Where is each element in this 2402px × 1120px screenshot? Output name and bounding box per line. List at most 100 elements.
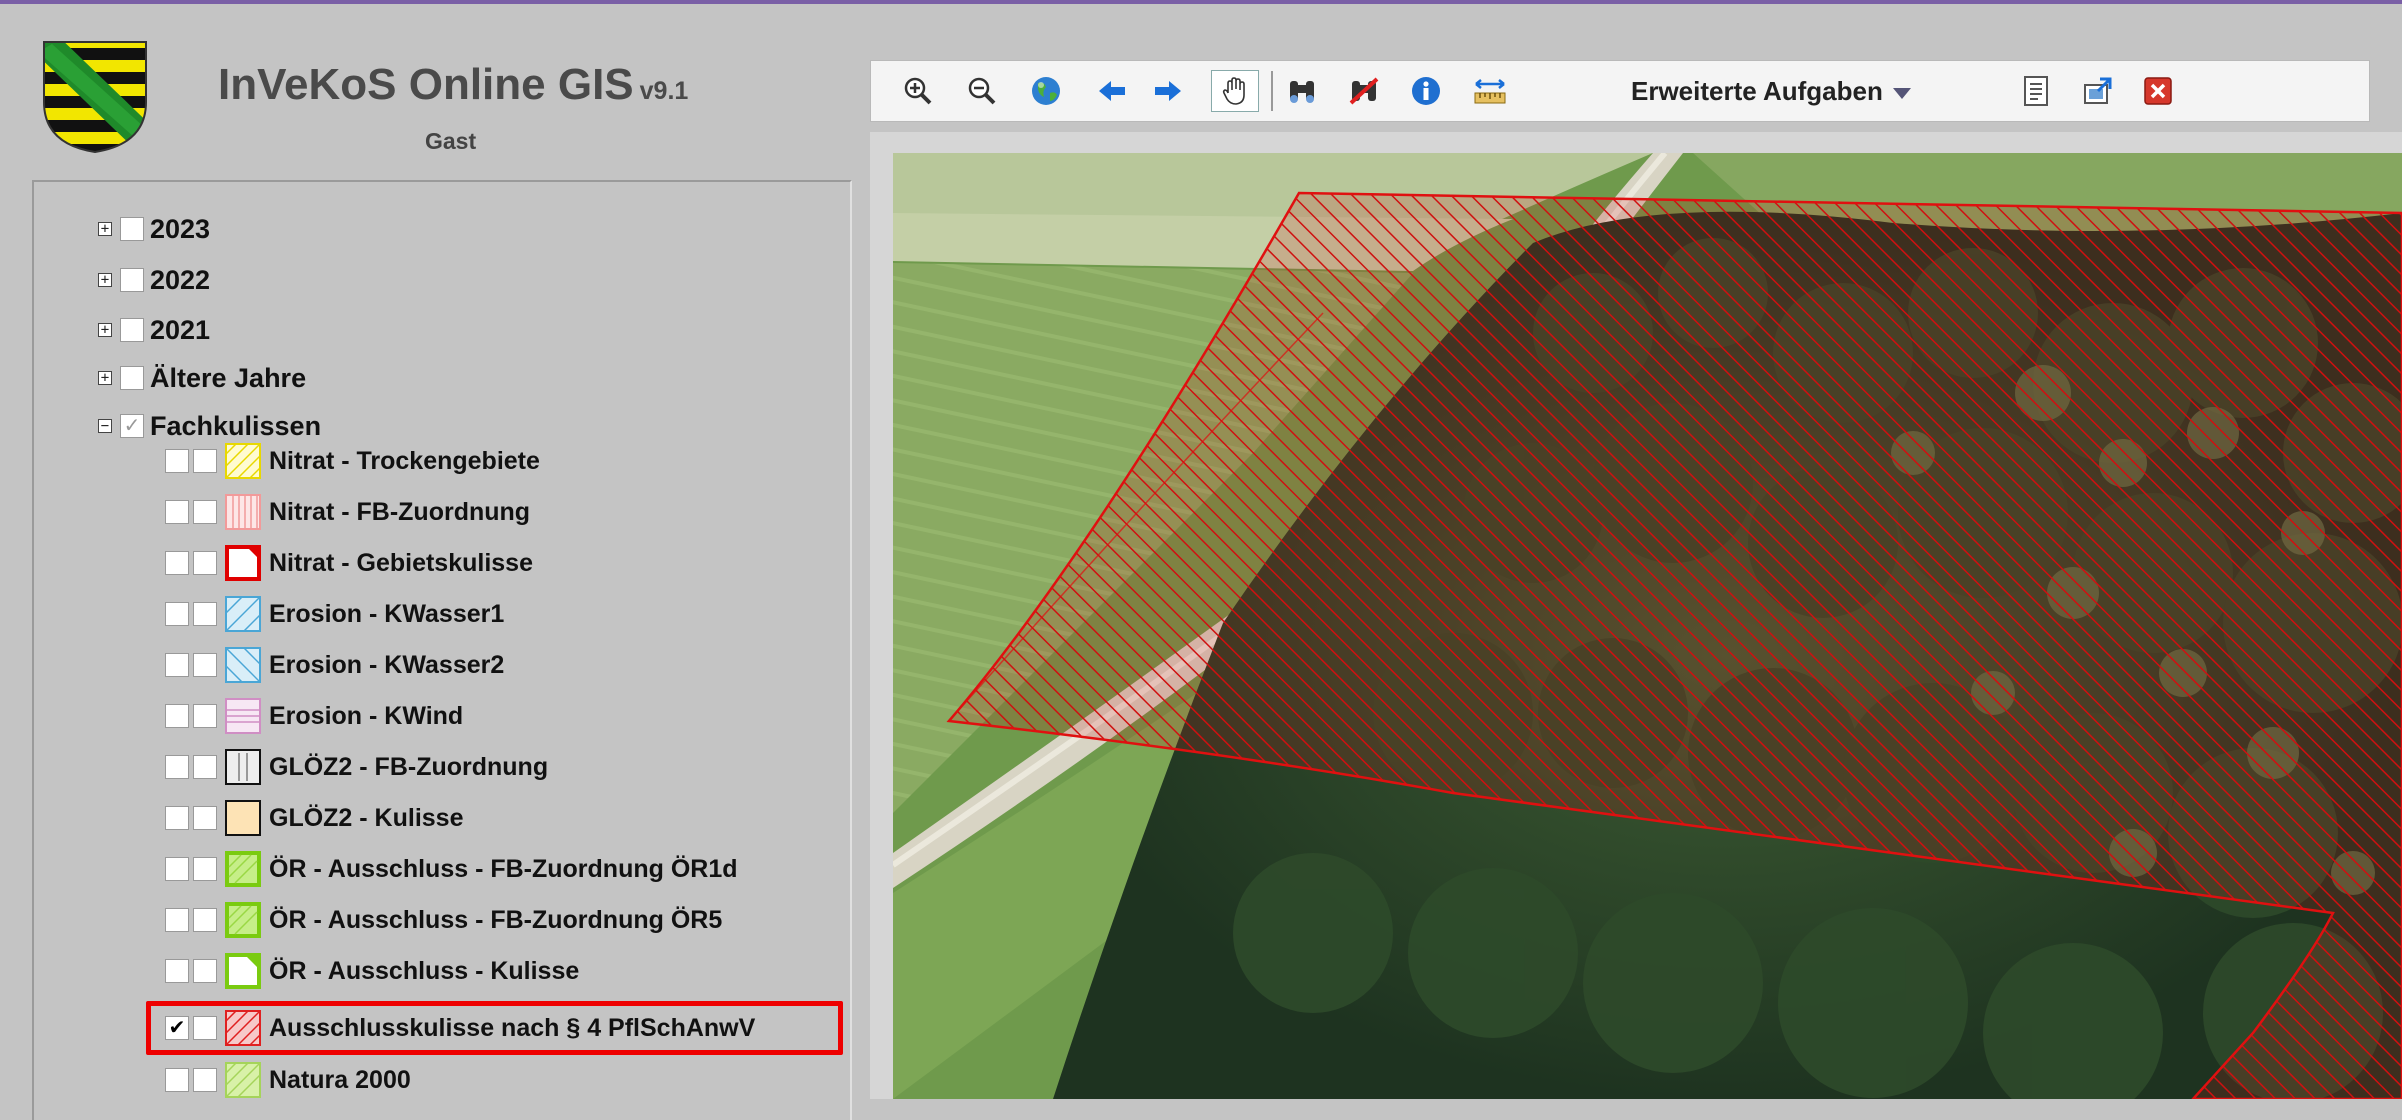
checkbox[interactable] [165, 755, 189, 779]
next-extent-button[interactable] [1149, 72, 1187, 110]
layer-oer-ausschluss-kulisse: ÖR - Ausschluss - Kulisse [165, 951, 579, 991]
zoom-in-button[interactable] [899, 72, 937, 110]
export-button[interactable] [2079, 72, 2117, 110]
layer-label[interactable]: Erosion - KWasser2 [269, 651, 504, 680]
checkbox[interactable] [193, 857, 217, 881]
legend-green-outline-icon [225, 953, 261, 989]
checkbox[interactable] [193, 908, 217, 932]
aerial-imagery [893, 153, 2402, 1099]
checkbox[interactable] [165, 704, 189, 728]
pan-button[interactable] [1211, 70, 1259, 112]
layer-label[interactable]: GLÖZ2 - Kulisse [269, 804, 463, 833]
measure-button[interactable] [1471, 72, 1509, 110]
checkbox[interactable] [193, 500, 217, 524]
expand-icon[interactable]: + [98, 323, 112, 337]
checkbox[interactable] [120, 268, 144, 292]
caret-down-icon [1892, 87, 1911, 99]
legend-purple-horizontal-lines-icon [225, 698, 261, 734]
checkbox[interactable] [120, 217, 144, 241]
checkbox[interactable] [193, 653, 217, 677]
expand-icon[interactable]: + [98, 273, 112, 287]
report-button[interactable] [2017, 72, 2055, 110]
layer-erosion-kwasser2: Erosion - KWasser2 [165, 645, 504, 685]
checkbox[interactable] [165, 908, 189, 932]
legend-yellow-hatch-icon [225, 443, 261, 479]
layer-oer-ausschluss-oer5: ÖR - Ausschluss - FB-Zuordnung ÖR5 [165, 900, 722, 940]
zoom-out-button[interactable] [963, 72, 1001, 110]
checkbox[interactable] [193, 704, 217, 728]
checkbox[interactable] [193, 602, 217, 626]
layer-erosion-kwind: Erosion - KWind [165, 696, 463, 736]
toolbar-separator [1271, 71, 1273, 111]
checkbox[interactable] [193, 806, 217, 830]
checkbox-checked[interactable]: ✓ [120, 414, 144, 438]
globe-icon [1032, 77, 1060, 105]
tree-node-label[interactable]: 2022 [150, 265, 210, 296]
tree-node-2022: + 2022 [98, 262, 210, 298]
checkbox[interactable] [193, 959, 217, 983]
layer-erosion-kwasser1: Erosion - KWasser1 [165, 594, 504, 634]
close-icon [2144, 77, 2172, 105]
collapse-icon[interactable]: − [98, 419, 112, 433]
close-button[interactable] [2139, 72, 2177, 110]
checkbox[interactable] [165, 653, 189, 677]
pan-hand-icon [1222, 77, 1245, 105]
layer-label[interactable]: Nitrat - Gebietskulisse [269, 549, 533, 578]
binoculars-icon [1290, 81, 1314, 103]
advanced-tasks-label: Erweiterte Aufgaben [1631, 76, 1883, 106]
expand-icon[interactable]: + [98, 222, 112, 236]
layer-label[interactable]: Erosion - KWasser1 [269, 600, 504, 629]
search-button[interactable] [1283, 72, 1321, 110]
tree-node-aeltere-jahre: + Ältere Jahre [98, 360, 306, 396]
checkbox[interactable] [193, 551, 217, 575]
legend-beige-fill-icon [225, 800, 261, 836]
legend-green-hatch-icon [225, 851, 261, 887]
checkbox[interactable] [120, 366, 144, 390]
checkbox[interactable] [165, 806, 189, 830]
legend-blue-backslash-hatch-icon [225, 647, 261, 683]
layer-label[interactable]: GLÖZ2 - FB-Zuordnung [269, 753, 548, 782]
checkbox[interactable] [165, 449, 189, 473]
measure-icon [1474, 79, 1506, 104]
layer-label[interactable]: Nitrat - Trockengebiete [269, 447, 540, 476]
arrow-right-icon [1155, 81, 1181, 101]
legend-green-hatch-icon [225, 902, 261, 938]
search-cancel-button[interactable] [1345, 72, 1383, 110]
info-button[interactable] [1407, 72, 1445, 110]
layer-label[interactable]: ÖR - Ausschluss - FB-Zuordnung ÖR5 [269, 906, 722, 935]
layer-label[interactable]: ÖR - Ausschluss - FB-Zuordnung ÖR1d [269, 855, 738, 884]
layer-gloez2-fb-zuordnung: GLÖZ2 - FB-Zuordnung [165, 747, 548, 787]
checkbox[interactable] [193, 755, 217, 779]
tree-node-label[interactable]: 2023 [150, 214, 210, 245]
tree-node-label[interactable]: Fachkulissen [150, 411, 321, 442]
layer-gloez2-kulisse: GLÖZ2 - Kulisse [165, 798, 463, 838]
checkbox[interactable] [193, 449, 217, 473]
layer-label[interactable]: ÖR - Ausschluss - Kulisse [269, 957, 579, 986]
tree-node-label[interactable]: Ältere Jahre [150, 363, 306, 394]
checkbox[interactable] [165, 551, 189, 575]
expand-icon[interactable]: + [98, 371, 112, 385]
layer-label[interactable]: Nitrat - FB-Zuordnung [269, 498, 530, 527]
tree-node-2023: + 2023 [98, 211, 210, 247]
legend-blue-hatch-icon [225, 596, 261, 632]
map-toolbar: Erweiterte Aufgaben [870, 60, 2370, 122]
layer-tree: + 2023 + 2022 + 2021 + Ältere Jahre − ✓ … [0, 0, 852, 1099]
checkbox[interactable] [165, 959, 189, 983]
highlight-frame [146, 1001, 843, 1055]
map-canvas[interactable] [893, 153, 2402, 1099]
layer-label[interactable]: Erosion - KWind [269, 702, 463, 731]
checkbox[interactable] [165, 857, 189, 881]
layer-label[interactable]: Natura 2000 [269, 1066, 411, 1095]
advanced-tasks-dropdown[interactable]: Erweiterte Aufgaben [1631, 76, 1911, 107]
layer-nitrat-fb-zuordnung: Nitrat - FB-Zuordnung [165, 492, 530, 532]
checkbox[interactable] [165, 1068, 189, 1092]
info-icon [1412, 77, 1440, 105]
full-extent-button[interactable] [1027, 72, 1065, 110]
checkbox[interactable] [120, 318, 144, 342]
previous-extent-button[interactable] [1093, 72, 1131, 110]
tree-node-label[interactable]: 2021 [150, 315, 210, 346]
checkbox[interactable] [193, 1068, 217, 1092]
checkbox[interactable] [165, 500, 189, 524]
layer-oer-ausschluss-oer1d: ÖR - Ausschluss - FB-Zuordnung ÖR1d [165, 849, 738, 889]
checkbox[interactable] [165, 602, 189, 626]
